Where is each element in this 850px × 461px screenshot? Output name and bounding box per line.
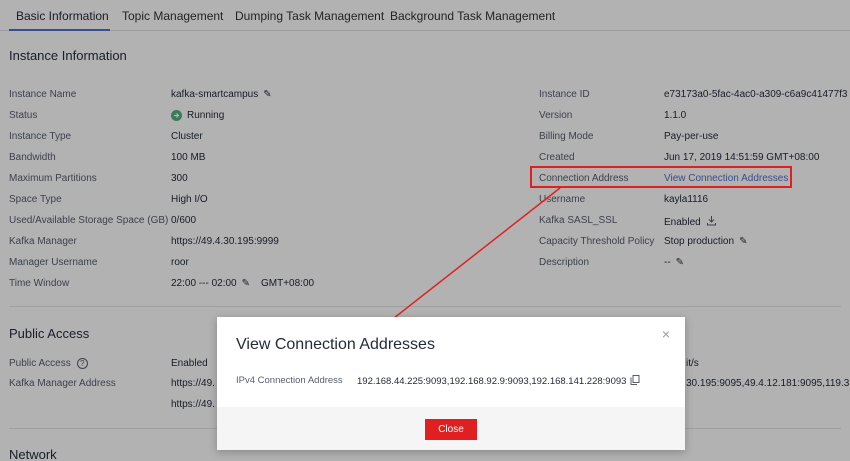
- ipv4-connection-address-label: IPv4 Connection Address: [236, 375, 343, 386]
- ipv4-address-text: 192.168.44.225:9093,192.168.92.9:9093,19…: [357, 375, 627, 387]
- close-icon[interactable]: ×: [662, 326, 670, 342]
- dialog-title: View Connection Addresses: [236, 336, 435, 353]
- ipv4-connection-address-value: 192.168.44.225:9093,192.168.92.9:9093,19…: [357, 375, 640, 388]
- connection-address-highlight: [530, 166, 792, 188]
- close-button[interactable]: Close: [425, 419, 477, 440]
- view-connection-addresses-dialog: View Connection Addresses × IPv4 Connect…: [217, 317, 685, 450]
- copy-icon[interactable]: [630, 375, 640, 388]
